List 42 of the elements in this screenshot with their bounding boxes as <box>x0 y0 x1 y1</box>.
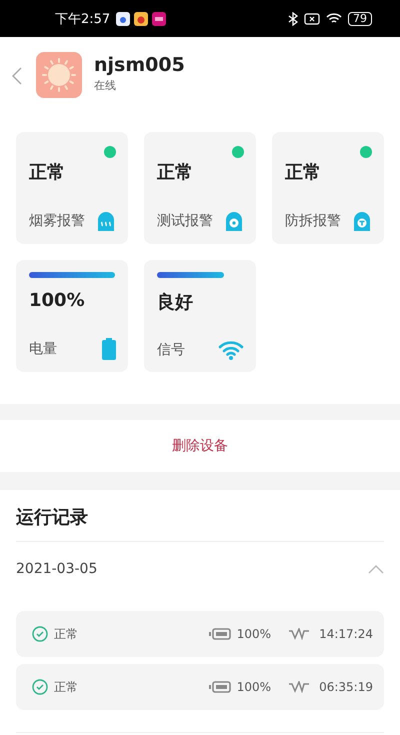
check-icon <box>32 679 48 695</box>
device-name: njsm005 <box>94 54 185 76</box>
card-label: 电量 <box>29 340 57 358</box>
wifi-icon <box>326 12 342 25</box>
bluetooth-icon <box>288 12 298 26</box>
card-label: 防拆报警 <box>285 212 341 230</box>
record-status: 正常 <box>54 626 78 642</box>
battery-level: 79 <box>348 12 372 26</box>
wifi-icon <box>218 340 244 360</box>
level-bar <box>157 272 224 278</box>
card-value: 正常 <box>29 161 66 184</box>
device-avatar <box>36 52 82 98</box>
section-title: 运行记录 <box>16 490 384 542</box>
delete-device-button[interactable]: 删除设备 <box>166 436 234 456</box>
card-value: 正常 <box>157 161 194 184</box>
sim-icon <box>304 12 320 24</box>
record-time: 06:35:19 <box>319 680 373 694</box>
battery-icon <box>208 681 231 693</box>
check-icon <box>32 626 48 642</box>
card-label: 测试报警 <box>157 212 213 230</box>
status-time: 下午2:57 <box>55 10 110 28</box>
app-icons-drawing <box>116 12 166 26</box>
battery-icon <box>102 338 116 360</box>
battery-icon <box>208 628 231 640</box>
card-label: 烟雾报警 <box>29 212 85 230</box>
card-value: 正常 <box>285 161 322 184</box>
back-button[interactable] <box>12 67 22 85</box>
card-value: 100% <box>29 290 86 311</box>
device-status: 在线 <box>94 78 117 93</box>
record-battery: 100% <box>236 627 272 641</box>
pulse-icon <box>289 681 310 693</box>
record-status: 正常 <box>54 678 78 696</box>
tamper-alarm-icon <box>352 210 372 232</box>
log-date: 2021-03-05 <box>16 561 98 577</box>
card-value: 良好 <box>157 291 194 314</box>
record-battery: 100% <box>236 680 272 694</box>
card-label: 信号 <box>157 341 185 359</box>
alarm-test-icon <box>224 210 244 232</box>
collapse-icon[interactable] <box>368 564 384 574</box>
smoke-alarm-icon <box>96 210 116 232</box>
record-time: 14:17:24 <box>319 627 373 641</box>
pulse-icon <box>289 628 310 640</box>
